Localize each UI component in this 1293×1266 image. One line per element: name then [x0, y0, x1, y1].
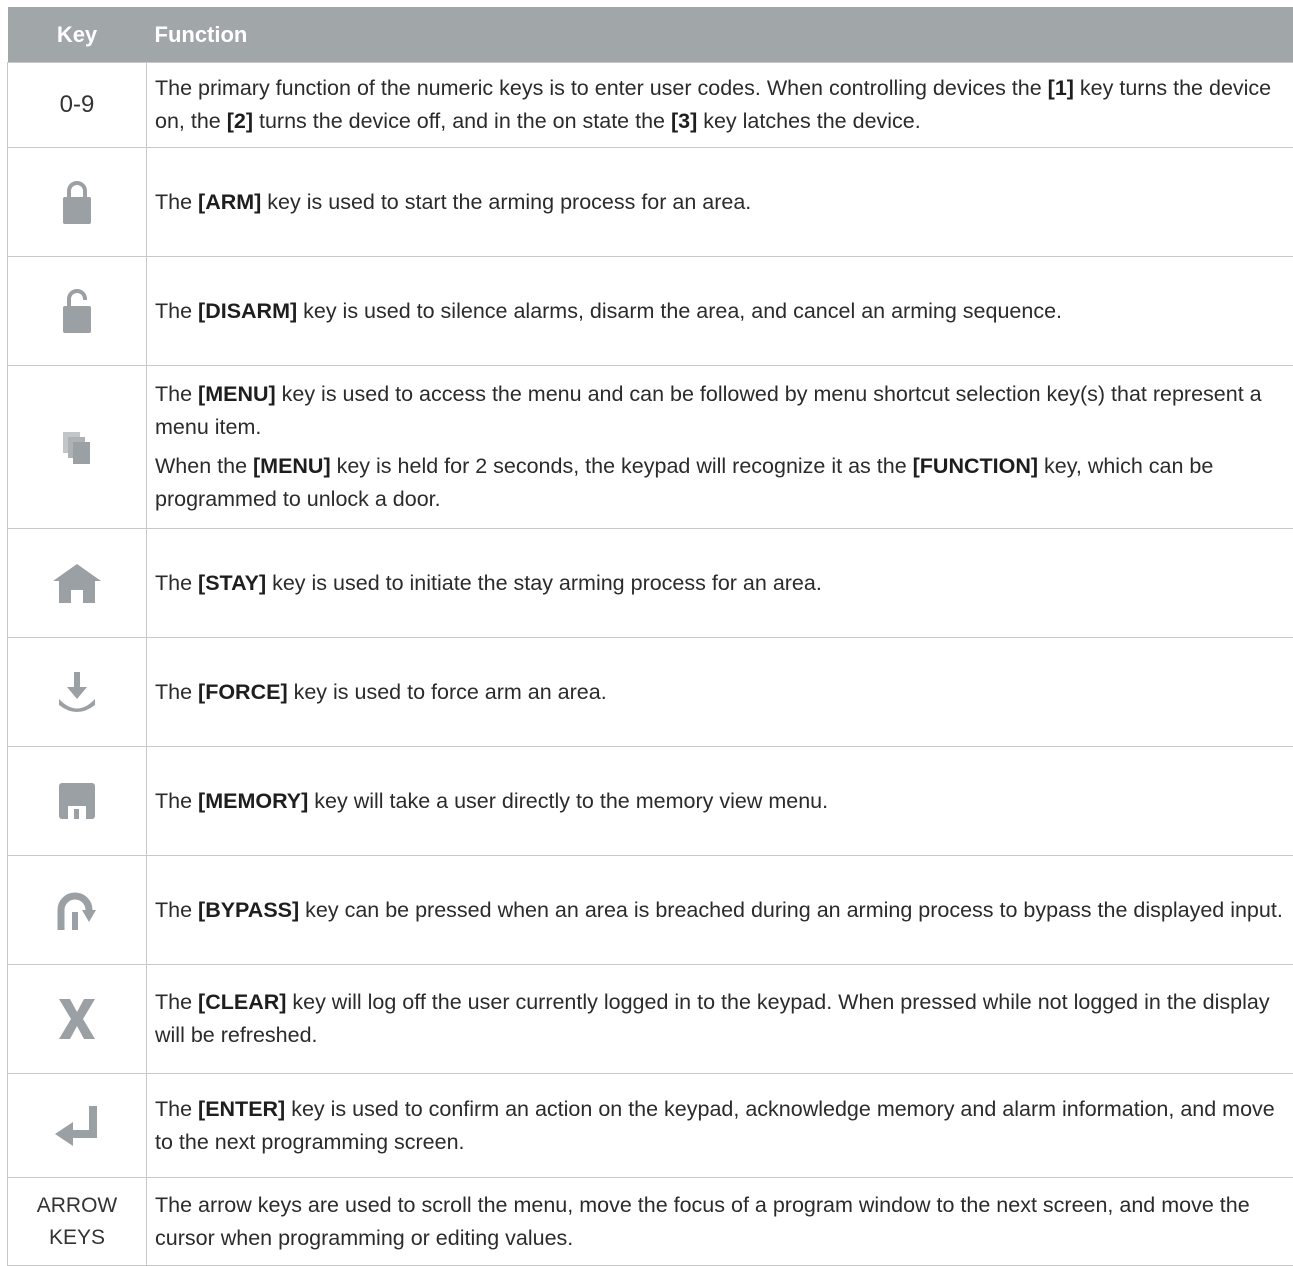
function-cell: The [DISARM] key is used to silence alar…: [147, 257, 1293, 366]
table-row-arm: The [ARM] key is used to start the armin…: [8, 148, 1293, 257]
function-cell: The arrow keys are used to scroll the me…: [147, 1178, 1293, 1266]
function-text-run: The: [155, 680, 198, 704]
function-cell: The [MEMORY] key will take a user direct…: [147, 747, 1293, 856]
table-row-menu: The [MENU] key is used to access the men…: [8, 366, 1293, 529]
table-row-enter: The [ENTER] key is used to confirm an ac…: [8, 1074, 1293, 1178]
key-cell: [8, 747, 147, 856]
function-cell: The [CLEAR] key will log off the user cu…: [147, 965, 1293, 1074]
function-text-run: The: [155, 898, 198, 922]
force-arrow-icon: [57, 672, 97, 712]
function-cell: The [ARM] key is used to start the armin…: [147, 148, 1293, 257]
key-cell: [8, 965, 147, 1074]
key-name-bold: [STAY]: [198, 571, 266, 595]
table-row-clear: The [CLEAR] key will log off the user cu…: [8, 965, 1293, 1074]
key-name-bold: [ENTER]: [198, 1097, 285, 1121]
function-cell: The [MENU] key is used to access the men…: [147, 366, 1293, 529]
table-row-disarm: The [DISARM] key is used to silence alar…: [8, 257, 1293, 366]
table-row-numeric: 0-9 The primary function of the numeric …: [8, 63, 1293, 148]
function-text-run: key is used to silence alarms, disarm th…: [297, 299, 1062, 323]
key-name-bold: [BYPASS]: [198, 898, 299, 922]
function-text-run: The: [155, 299, 198, 323]
key-name-bold: [FORCE]: [198, 680, 288, 704]
function-cell: The [BYPASS] key can be pressed when an …: [147, 856, 1293, 965]
key-label-keys: KEYS: [8, 1222, 146, 1254]
function-text: The [ENTER] key is used to confirm an ac…: [155, 1093, 1287, 1159]
key-cell: [8, 1074, 147, 1178]
function-text: The [DISARM] key is used to silence alar…: [155, 295, 1287, 328]
function-text-run: key is used to start the arming process …: [261, 190, 751, 214]
function-text: The [MEMORY] key will take a user direct…: [155, 785, 1287, 818]
key-cell: [8, 366, 147, 529]
key-name-bold: [DISARM]: [198, 299, 297, 323]
function-text-run: The: [155, 571, 198, 595]
key-name-bold: [3]: [671, 109, 697, 133]
function-text-run: The: [155, 382, 198, 406]
function-text-run: The: [155, 990, 198, 1014]
function-text: The primary function of the numeric keys…: [155, 72, 1287, 138]
function-text-run: turns the device off, and in the on stat…: [253, 109, 671, 133]
enter-arrow-icon: [55, 1106, 99, 1146]
key-cell: [8, 529, 147, 638]
table-row-arrow-keys: ARROW KEYS The arrow keys are used to sc…: [8, 1178, 1293, 1266]
function-text: The [BYPASS] key can be pressed when an …: [155, 894, 1287, 927]
function-text-run: key will take a user directly to the mem…: [308, 789, 828, 813]
table-row-stay: The [STAY] key is used to initiate the s…: [8, 529, 1293, 638]
memory-floppy-icon: [59, 783, 95, 819]
function-cell: The [ENTER] key is used to confirm an ac…: [147, 1074, 1293, 1178]
key-name-bold: [MEMORY]: [198, 789, 308, 813]
key-cell: [8, 257, 147, 366]
key-cell: [8, 148, 147, 257]
function-text-run: key is used to confirm an action on the …: [155, 1097, 1275, 1154]
function-text: The [FORCE] key is used to force arm an …: [155, 676, 1287, 709]
table-header-row: Key Function: [8, 7, 1293, 63]
function-text-run: The arrow keys are used to scroll the me…: [155, 1193, 1250, 1250]
function-text-run: key is used to initiate the stay arming …: [266, 571, 822, 595]
lock-closed-icon: [62, 180, 92, 224]
function-text-run: key can be pressed when an area is breac…: [299, 898, 1283, 922]
function-text: The [ARM] key is used to start the armin…: [155, 186, 1287, 219]
home-icon: [52, 563, 102, 603]
key-label-0-9: 0-9: [60, 91, 95, 118]
function-text: The [MENU] key is used to access the men…: [155, 378, 1287, 444]
function-text-run: key is held for 2 seconds, the keypad wi…: [331, 454, 913, 478]
function-text-run: key will log off the user currently logg…: [155, 990, 1270, 1047]
key-cell: 0-9: [8, 63, 147, 148]
function-text-run: The: [155, 789, 198, 813]
key-label-arrow: ARROW: [8, 1190, 146, 1222]
function-text-run: The: [155, 1097, 198, 1121]
function-text-run: The: [155, 190, 198, 214]
key-name-bold: [FUNCTION]: [913, 454, 1038, 478]
function-text: The arrow keys are used to scroll the me…: [155, 1189, 1287, 1255]
key-cell: ARROW KEYS: [8, 1178, 147, 1266]
table-row-bypass: The [BYPASS] key can be pressed when an …: [8, 856, 1293, 965]
function-text-run: key latches the device.: [697, 109, 920, 133]
function-text-run: key is used to force arm an area.: [288, 680, 607, 704]
function-text: The [STAY] key is used to initiate the s…: [155, 567, 1287, 600]
header-key: Key: [8, 7, 147, 63]
key-function-table: Key Function 0-9 The primary function of…: [7, 7, 1293, 1266]
lock-open-icon: [62, 289, 92, 333]
key-cell: [8, 638, 147, 747]
function-cell: The primary function of the numeric keys…: [147, 63, 1293, 148]
function-cell: The [STAY] key is used to initiate the s…: [147, 529, 1293, 638]
function-text: The [CLEAR] key will log off the user cu…: [155, 986, 1287, 1052]
header-function: Function: [147, 7, 1293, 63]
bypass-arrow-icon: [57, 890, 97, 930]
key-name-bold: [1]: [1048, 76, 1074, 100]
table-row-memory: The [MEMORY] key will take a user direct…: [8, 747, 1293, 856]
key-name-bold: [ARM]: [198, 190, 261, 214]
function-text-run: When the: [155, 454, 253, 478]
function-text-secondary: When the [MENU] key is held for 2 second…: [155, 450, 1287, 516]
menu-pages-icon: [63, 432, 91, 464]
function-cell: The [FORCE] key is used to force arm an …: [147, 638, 1293, 747]
key-name-bold: [MENU]: [198, 382, 276, 406]
key-name-bold: [2]: [227, 109, 253, 133]
key-name-bold: [CLEAR]: [198, 990, 286, 1014]
clear-x-icon: [57, 998, 97, 1040]
key-name-bold: [MENU]: [253, 454, 331, 478]
table-row-force: The [FORCE] key is used to force arm an …: [8, 638, 1293, 747]
key-cell: [8, 856, 147, 965]
function-text-run: The primary function of the numeric keys…: [155, 76, 1048, 100]
function-text-run: key is used to access the menu and can b…: [155, 382, 1262, 439]
